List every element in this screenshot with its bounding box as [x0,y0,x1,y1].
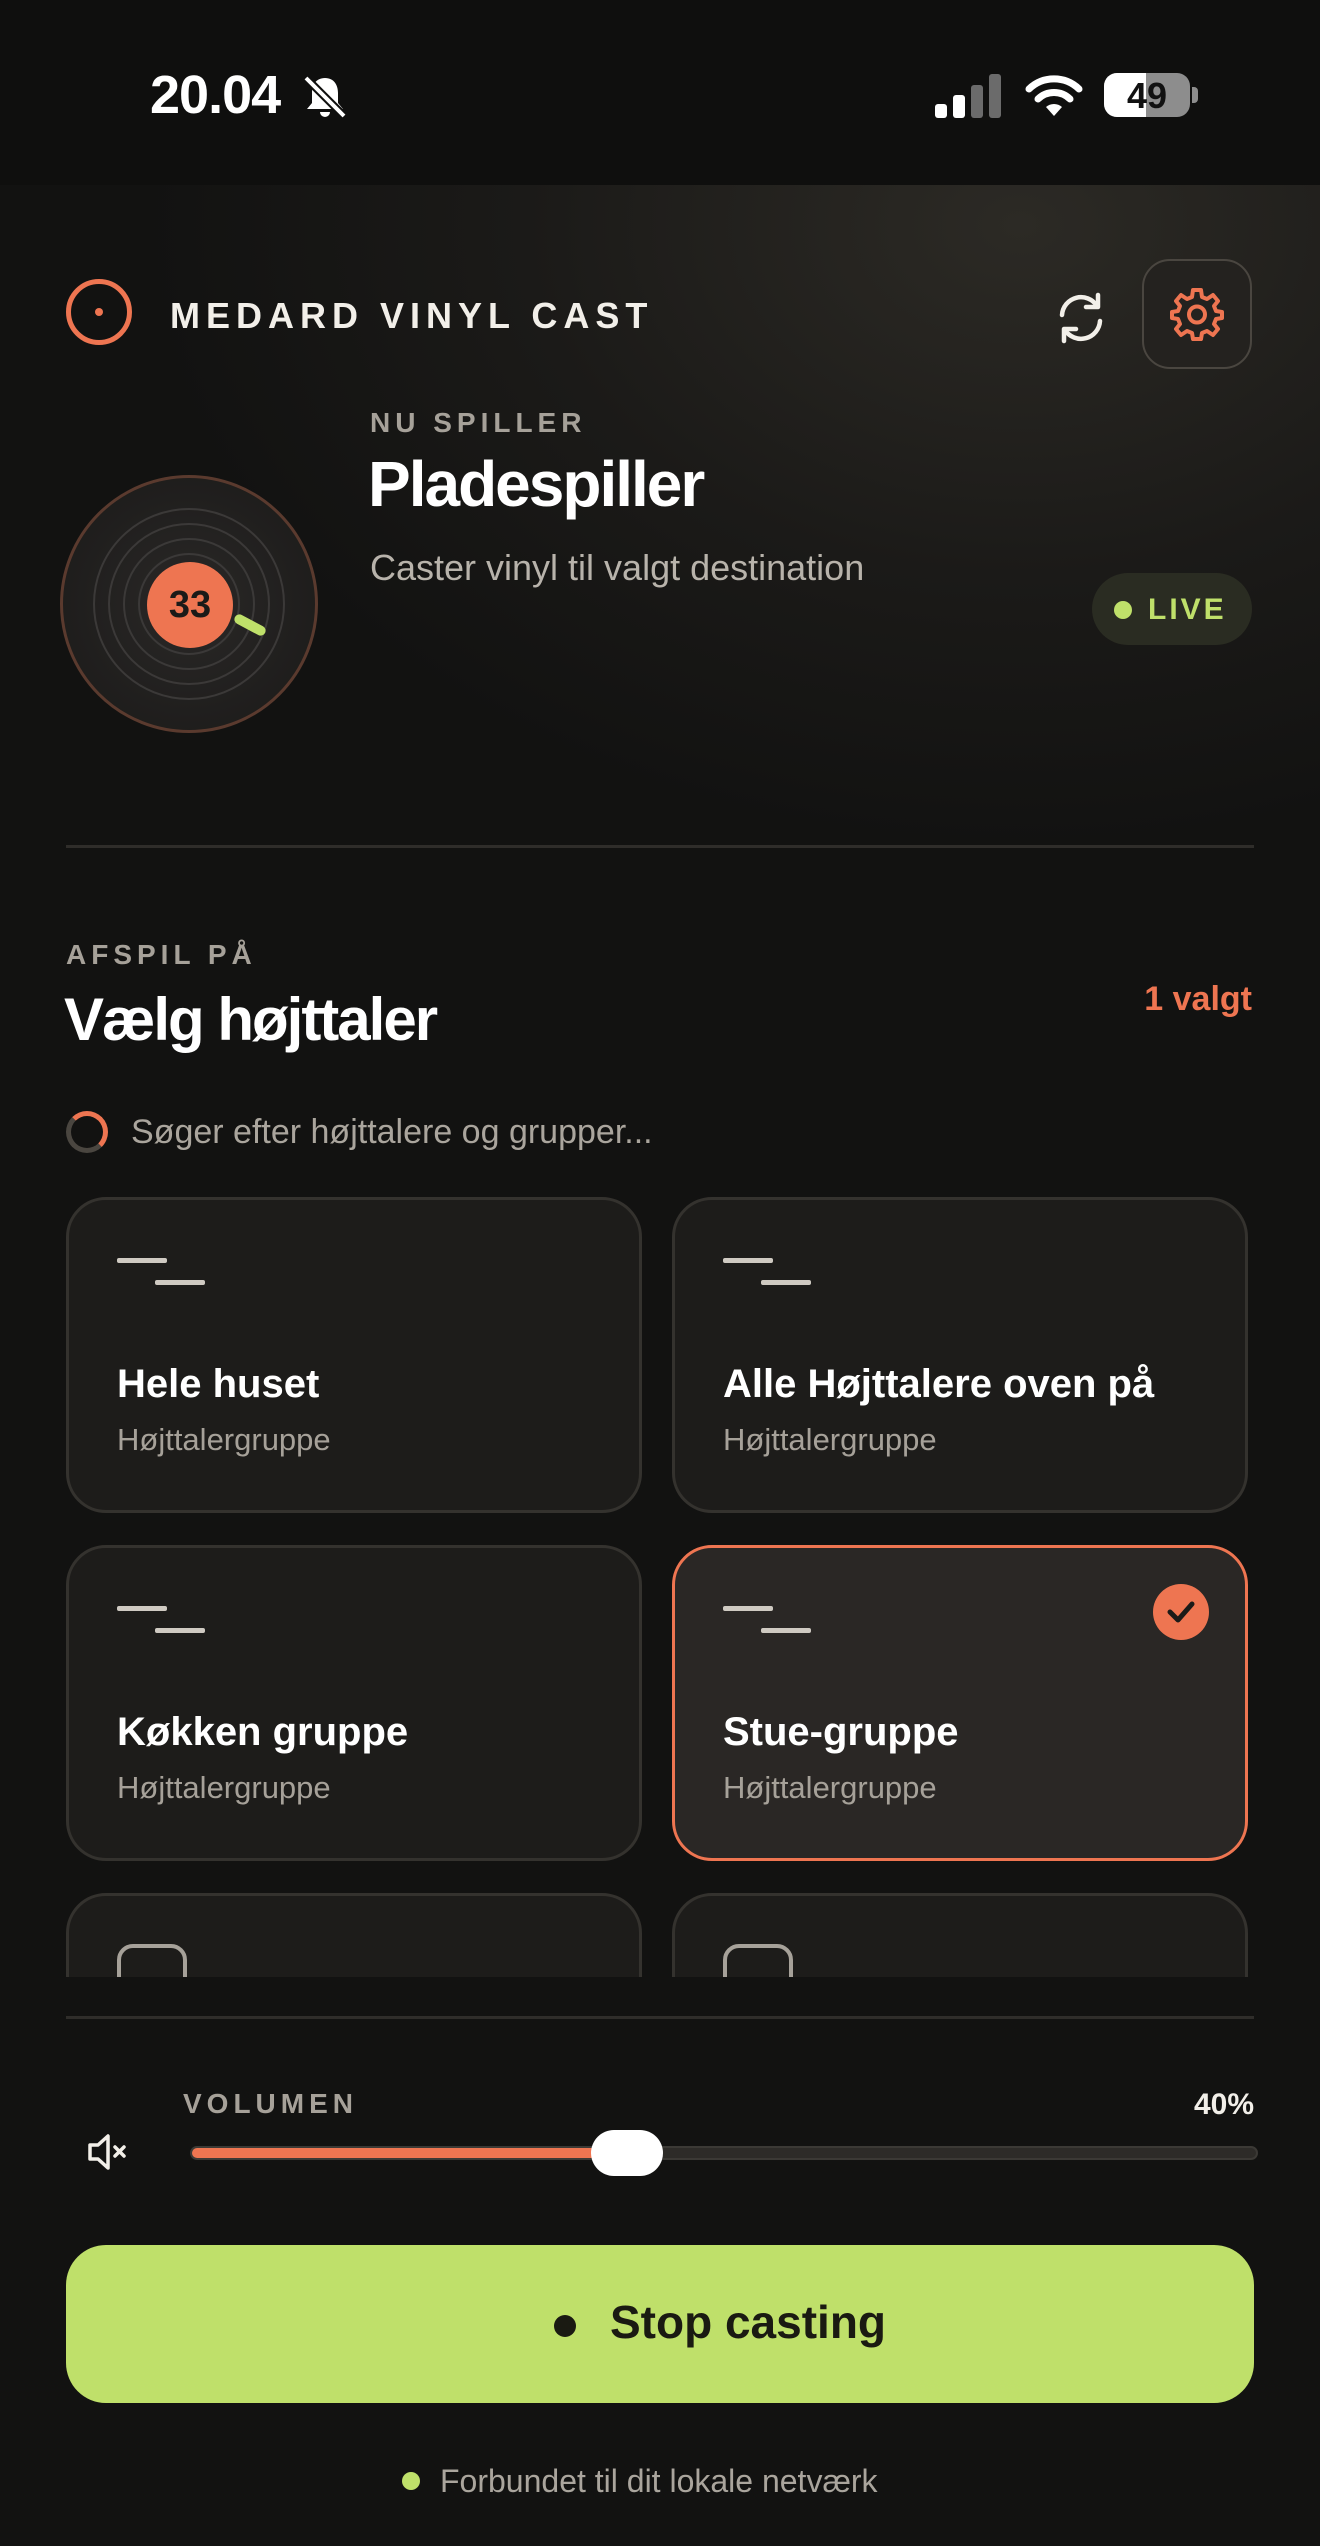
loading-spinner-icon [66,1111,108,1153]
checkmark-icon [1153,1584,1209,1640]
brand-title: MEDARD VINYL CAST [170,295,654,336]
speaker-card[interactable] [66,1893,642,1977]
mute-button[interactable] [84,2128,132,2181]
speaker-type: Højttalergruppe [117,1422,331,1457]
volume-slider-fill [192,2148,619,2158]
app-screen: MEDARD VINYL CAST 33 NU SPILLER Pladespi… [0,185,1320,2546]
volume-label: VOLUMEN [183,2088,358,2119]
network-status-text: Forbundet til dit lokale netværk [440,2463,878,2499]
battery-level: 49 [1126,75,1168,116]
settings-button[interactable] [1142,259,1252,369]
speaker-group-icon [723,1606,811,1633]
status-time: 20.04 [150,65,281,125]
section-kicker: AFSPIL PÅ [66,939,257,970]
battery-icon: 49 [1104,73,1190,117]
volume-slider-track[interactable] [190,2146,1258,2160]
speaker-group-icon [723,1258,811,1285]
volume-slider-thumb[interactable] [591,2130,663,2176]
speaker-icon [723,1944,793,1977]
battery-tip [1192,87,1198,103]
speaker-name: Stue-gruppe [723,1710,959,1754]
cellular-signal-icon [935,74,1003,123]
volume-value: 40% [1193,2088,1254,2121]
divider [66,845,1254,848]
vinyl-record-icon: 33 [60,475,318,733]
speaker-mute-icon [88,2134,126,2170]
live-dot-icon [1114,601,1132,619]
speaker-type: Højttalergruppe [723,1422,937,1457]
speaker-type: Højttalergruppe [117,1770,331,1805]
network-status-dot-icon [402,2472,420,2490]
bell-slash-icon [300,72,350,127]
speaker-name: Alle Højttalere oven på [723,1362,1155,1406]
speaker-grid: Hele huset Højttalergruppe Alle Højttale… [0,1197,1320,1977]
gear-icon [1170,288,1224,341]
refresh-button[interactable] [1052,289,1110,347]
record-label: 33 [147,562,233,648]
status-bar: 20.04 49 [0,0,1320,185]
speaker-icon [117,1944,187,1977]
now-playing-kicker: NU SPILLER [370,407,587,438]
divider [66,2016,1254,2019]
wifi-icon [1024,72,1084,123]
speaker-name: Køkken gruppe [117,1710,409,1754]
speaker-group-icon [117,1606,205,1633]
speaker-card[interactable] [672,1893,1248,1977]
stop-casting-button[interactable]: Stop casting [66,2245,1254,2403]
now-playing-subtitle: Caster vinyl til valgt destination [370,547,865,588]
live-badge: LIVE [1092,573,1252,645]
record-logo-icon [66,279,132,345]
speaker-card[interactable]: Køkken gruppe Højttalergruppe [66,1545,642,1861]
selected-count: 1 valgt [1144,980,1252,1018]
speaker-card[interactable]: Hele huset Højttalergruppe [66,1197,642,1513]
speaker-card-selected[interactable]: Stue-gruppe Højttalergruppe [672,1545,1248,1861]
section-title: Vælg højttaler [64,986,438,1053]
searching-status: Søger efter højttalere og grupper... [131,1113,653,1151]
speaker-card[interactable]: Alle Højttalere oven på Højttalergruppe [672,1197,1248,1513]
refresh-icon [1059,292,1103,344]
app-header: MEDARD VINYL CAST [0,185,1320,445]
stop-casting-label: Stop casting [610,2296,887,2348]
speaker-group-icon [117,1258,205,1285]
speaker-name: Hele huset [117,1362,320,1406]
now-playing-title: Pladespiller [368,448,705,520]
record-dot-icon [554,2315,576,2337]
live-badge-label: LIVE [1148,593,1227,626]
speaker-type: Højttalergruppe [723,1770,937,1805]
